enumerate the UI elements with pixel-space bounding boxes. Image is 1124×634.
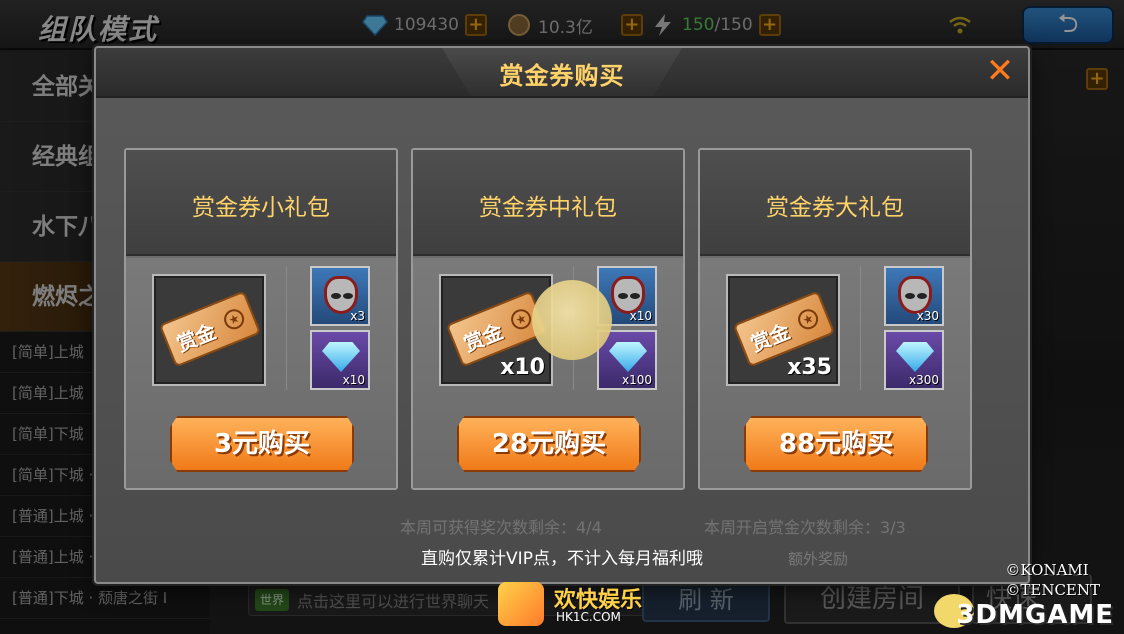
divider (286, 266, 287, 390)
diamond-quantity: x300 (908, 373, 939, 387)
ticket-label: 赏金 (173, 319, 220, 357)
diamond-item: x10 (310, 330, 370, 390)
pack-header: 赏金券小礼包 (126, 150, 396, 256)
pack-card-large: 赏金券大礼包 赏金 ★ x35 x30 x300 88元购买 (698, 148, 972, 490)
close-icon: ✕ (985, 51, 1015, 91)
ticket-quantity: x10 (500, 355, 545, 380)
pack-name: 赏金券中礼包 (479, 195, 617, 221)
divider (860, 266, 861, 390)
pack-header: 赏金券中礼包 (413, 150, 683, 256)
pack-name: 赏金券小礼包 (192, 195, 330, 221)
diamond-icon (322, 342, 360, 372)
pack-header: 赏金券大礼包 (700, 150, 970, 256)
diamond-quantity: x100 (621, 373, 652, 387)
vip-note: 直购仅累计VIP点，不计入每月福利哦 (421, 549, 703, 569)
weekly-reward-remaining: 本周可获得奖次数剩余：4/4 (400, 518, 602, 537)
ticket-label: 赏金 (747, 319, 794, 357)
bounty-ticket-item: 赏金 ★ x35 (726, 274, 840, 386)
diamond-item: x300 (884, 330, 944, 390)
copyright-konami: ©KONAMI (1005, 561, 1089, 579)
pack-contents: 赏金 ★ x35 x30 x300 88元购买 (700, 258, 970, 488)
close-button[interactable]: ✕ (982, 54, 1018, 90)
star-icon: ★ (795, 306, 822, 333)
hk1c-watermark: 欢快娱乐 HK1C.COM (494, 580, 654, 630)
diamond-icon (609, 342, 647, 372)
ticket-quantity: x35 (787, 355, 832, 380)
hk1c-url: HK1C.COM (556, 610, 621, 624)
weekly-bounty-remaining: 本周开启赏金次数剩余：3/3 (704, 518, 906, 537)
mask-quantity: x10 (629, 309, 652, 323)
gamepad-logo-icon (498, 582, 544, 626)
mascot-watermark-icon (532, 280, 612, 360)
star-icon: ★ (221, 306, 248, 333)
copyright-tencent: ©TENCENT (1005, 581, 1100, 599)
diamond-quantity: x10 (342, 373, 365, 387)
buy-small-pack-button[interactable]: 3元购买 (170, 416, 354, 472)
pack-card-small: 赏金券小礼包 赏金 ★ x3 x10 3元购买 (124, 148, 398, 490)
star-icon: ★ (508, 306, 535, 333)
dialog-header: 赏金券购买 ✕ (96, 48, 1028, 98)
dialog-title: 赏金券购买 (499, 62, 625, 90)
3dm-watermark: 3DMGAME (956, 600, 1114, 630)
ticket-icon: 赏金 ★ (158, 290, 262, 368)
buy-medium-pack-button[interactable]: 28元购买 (457, 416, 641, 472)
pack-contents: 赏金 ★ x3 x10 3元购买 (126, 258, 396, 488)
pack-name: 赏金券大礼包 (766, 195, 904, 221)
diamond-icon (896, 342, 934, 372)
mask-item: x3 (310, 266, 370, 326)
buy-large-pack-button[interactable]: 88元购买 (744, 416, 928, 472)
ticket-label: 赏金 (460, 319, 507, 357)
mask-quantity: x3 (350, 309, 365, 323)
copyright-notice: ©KONAMI ©TENCENT (1005, 560, 1100, 600)
mask-item: x30 (884, 266, 944, 326)
mask-quantity: x30 (916, 309, 939, 323)
bounty-ticket-item: 赏金 ★ (152, 274, 266, 386)
